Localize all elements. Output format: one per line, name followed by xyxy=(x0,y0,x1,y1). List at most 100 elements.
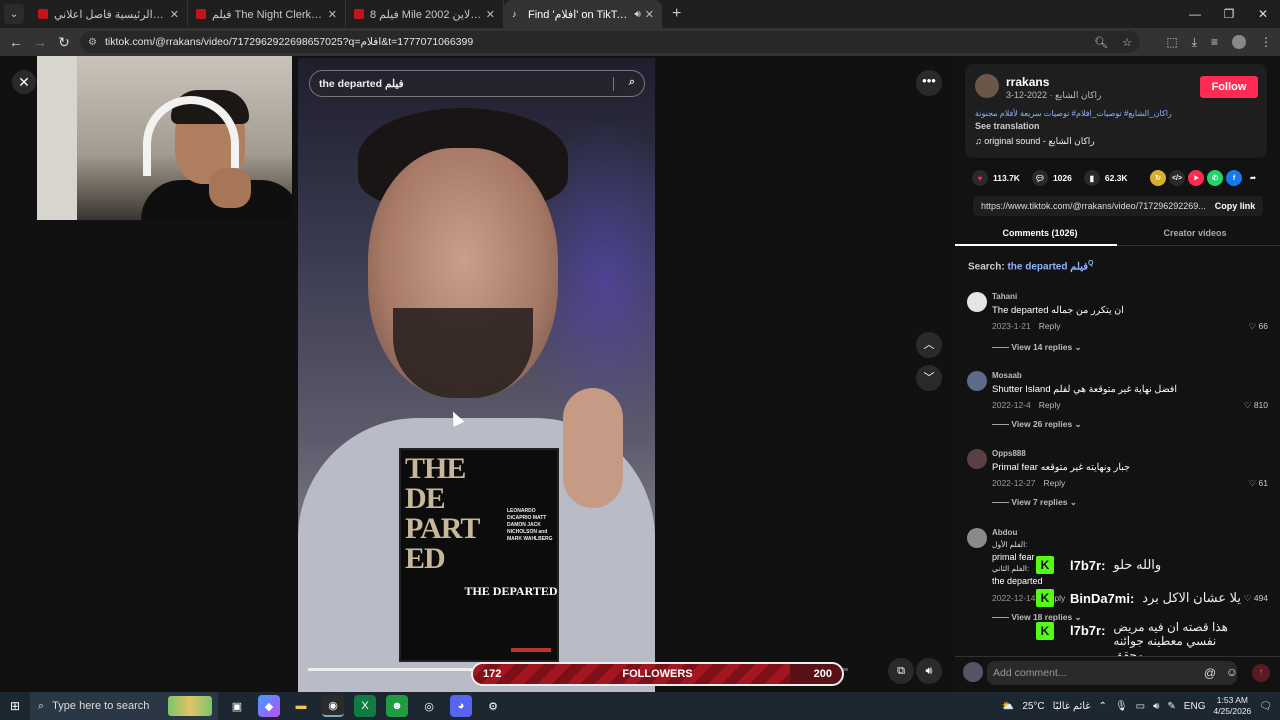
comment-item: Opps888 Primal fear جبار ونهايته غير متو… xyxy=(967,449,1268,519)
view-replies-link[interactable]: —— View 7 replies ⌄ xyxy=(992,497,1077,508)
search-icon[interactable]: ⌕ xyxy=(629,76,635,89)
see-translation-link[interactable]: See translation xyxy=(975,121,1040,131)
excel-icon[interactable]: X xyxy=(354,695,376,717)
pen-icon[interactable]: ✎ xyxy=(1167,701,1175,712)
app-icon[interactable]: ☻ xyxy=(386,695,408,717)
next-video-button[interactable]: ﹀ xyxy=(916,365,942,391)
video-link[interactable]: https://www.tiktok.com/@rrakans/video/71… xyxy=(973,201,1207,211)
weather-icon[interactable]: ⛅ xyxy=(1002,701,1014,712)
media-icon[interactable]: ≡ xyxy=(1211,35,1218,49)
emoji-icon[interactable]: ☺ xyxy=(1226,665,1238,679)
language-indicator[interactable]: ENG xyxy=(1184,701,1206,712)
url-bar[interactable]: ⚙ tiktok.com/@rrakans/video/717296292269… xyxy=(80,31,1140,53)
comment-likes[interactable]: ♡ 810 xyxy=(1244,400,1268,411)
speaker-icon[interactable]: 🔊︎ xyxy=(1153,701,1159,712)
comment-likes[interactable]: ♡ 66 xyxy=(1249,321,1268,332)
browser-tab-active[interactable]: ♪ Find 'افلام' on TikTok | TikTok 🔊︎ ✕ xyxy=(504,0,662,28)
tab-close-icon[interactable]: ✕ xyxy=(486,8,495,21)
chat-text: يلا عشان الاكل برد xyxy=(1142,590,1242,605)
embed-icon[interactable]: </> xyxy=(1169,170,1185,186)
previous-video-button[interactable]: ︿ xyxy=(916,332,942,358)
notification-icon[interactable]: 🗨︎ xyxy=(1259,701,1272,712)
minimize-button[interactable]: — xyxy=(1178,0,1212,28)
speaker-icon[interactable]: 🔊︎ xyxy=(634,9,640,20)
tab-search-button[interactable]: ⌄ xyxy=(4,4,24,24)
copy-link-button[interactable]: Copy link xyxy=(1207,201,1263,211)
search-query-link[interactable]: the departed فيلم xyxy=(1007,261,1088,272)
more-options-button[interactable]: ••• xyxy=(916,70,942,96)
close-window-button[interactable]: ✕ xyxy=(1246,0,1280,28)
mention-icon[interactable]: @ xyxy=(1204,666,1216,680)
reload-button[interactable]: ↻ xyxy=(52,34,76,51)
discord-icon[interactable]: ◕ xyxy=(450,695,472,717)
comment-user[interactable]: Opps888 xyxy=(992,449,1026,458)
volume-icon[interactable]: 🔊︎ xyxy=(916,658,942,684)
tab-close-icon[interactable]: ✕ xyxy=(170,8,179,21)
browser-tab[interactable]: الصفحة الرئيسية فاصل اعلاني D ✕ xyxy=(30,0,188,28)
pip-button[interactable]: ⧉ xyxy=(888,658,914,684)
bookmark-star-icon[interactable]: ☆ xyxy=(1122,36,1132,49)
file-explorer-icon[interactable]: ▬ xyxy=(290,695,312,717)
sound-link[interactable]: ♫ original sound - راكان الشايع xyxy=(975,136,1095,147)
view-replies-link[interactable]: —— View 26 replies ⌄ xyxy=(992,419,1082,430)
taskbar-search[interactable]: ⌕ Type here to search xyxy=(30,692,218,720)
network-icon[interactable]: ▭ xyxy=(1136,701,1145,712)
bookmark-icon[interactable]: ▮ xyxy=(1083,170,1100,186)
reply-button[interactable]: Reply xyxy=(1039,400,1061,410)
clock[interactable]: 1:53 AM 4/25/2026 xyxy=(1213,695,1251,717)
tab-close-icon[interactable]: ✕ xyxy=(328,8,337,21)
comment-likes[interactable]: ♡ 61 xyxy=(1249,478,1268,489)
avatar[interactable] xyxy=(967,371,987,391)
heart-icon[interactable]: ♥ xyxy=(972,170,988,186)
avatar[interactable] xyxy=(975,74,999,98)
copilot-icon[interactable]: ◆ xyxy=(258,695,280,717)
comment-user[interactable]: Tahani xyxy=(992,292,1017,301)
browser-tab[interactable]: فيلم The Night Clerk 2020 مترجـ ✕ xyxy=(188,0,346,28)
mic-icon[interactable]: 🎙︎ xyxy=(1115,701,1128,712)
settings-icon[interactable]: ⚙ xyxy=(482,695,504,717)
new-tab-button[interactable]: + xyxy=(672,5,681,23)
tab-close-icon[interactable]: ✕ xyxy=(645,8,654,21)
send-icon[interactable]: ➤ xyxy=(1188,170,1204,186)
tab-comments[interactable]: Comments (1026) xyxy=(960,228,1120,238)
tray-chevron-icon[interactable]: ⌃ xyxy=(1099,701,1107,712)
comments-count: 1026 xyxy=(1052,173,1072,183)
facebook-icon[interactable]: f xyxy=(1226,170,1242,186)
forward-button[interactable]: → xyxy=(28,34,52,50)
comment-user[interactable]: Abdou xyxy=(992,528,1017,537)
close-icon[interactable]: ✕ xyxy=(12,70,36,94)
avatar[interactable] xyxy=(967,449,987,469)
search-suggestion[interactable]: Search: the departed فيلمQ xyxy=(968,260,1093,272)
download-icon[interactable]: ⤓ xyxy=(1192,35,1197,50)
zoom-icon[interactable]: 🔍︎ xyxy=(1094,36,1108,49)
comment-icon[interactable]: 💬︎ xyxy=(1031,170,1048,186)
repost-icon[interactable]: ↻ xyxy=(1150,170,1166,186)
share-arrow-icon[interactable]: ➦ xyxy=(1245,170,1261,186)
follow-button[interactable]: Follow xyxy=(1200,76,1258,98)
obs-icon[interactable]: ◎ xyxy=(418,695,440,717)
tab-creator-videos[interactable]: Creator videos xyxy=(1115,228,1275,238)
comment-input[interactable]: Add comment... xyxy=(987,661,1237,685)
back-button[interactable]: ← xyxy=(4,34,28,50)
username[interactable]: rrakans xyxy=(1006,75,1049,89)
task-view-icon[interactable]: ▣ xyxy=(226,695,248,717)
reply-button[interactable]: Reply xyxy=(1039,321,1061,331)
profile-avatar[interactable] xyxy=(1232,35,1246,49)
hashtags[interactable]: راكان_الشايع# توصيات_افلام# توصيات سريعة… xyxy=(975,109,1172,118)
comment-user[interactable]: Mosaab xyxy=(992,371,1022,380)
chrome-icon[interactable]: ◉ xyxy=(322,695,344,717)
restore-button[interactable]: ❐ xyxy=(1212,0,1246,28)
send-comment-button[interactable]: ↑ xyxy=(1252,664,1270,682)
reply-button[interactable]: Reply xyxy=(1043,478,1065,488)
video-search-input[interactable]: the departed فيلم ⌕ xyxy=(309,70,645,97)
avatar[interactable] xyxy=(967,528,987,548)
windows-start-icon[interactable]: ⊞ xyxy=(0,699,30,713)
avatar[interactable] xyxy=(967,292,987,312)
browser-tab[interactable]: فيلم 8 Mile 2002 مترجم اون لاين ✕ xyxy=(346,0,504,28)
site-info-icon[interactable]: ⚙ xyxy=(88,37,97,48)
view-replies-link[interactable]: —— View 14 replies ⌄ xyxy=(992,342,1082,353)
extensions-icon[interactable]: ⬚ xyxy=(1166,35,1177,49)
browser-menu-icon[interactable]: ⋮ xyxy=(1260,35,1272,49)
poster-big-letters: THE DE PART ED xyxy=(405,452,480,575)
whatsapp-icon[interactable]: ✆ xyxy=(1207,170,1223,186)
